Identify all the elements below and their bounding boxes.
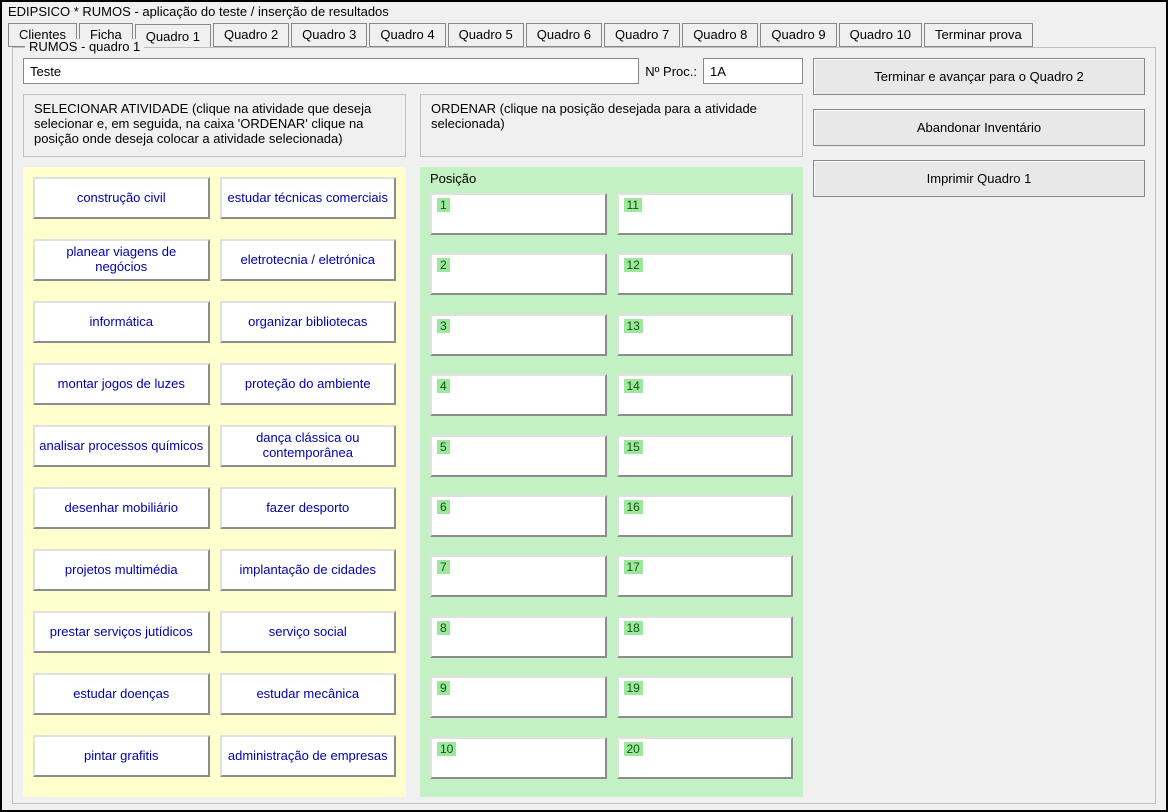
position-number: 4 (437, 379, 450, 393)
position-slot[interactable]: 18 (617, 616, 794, 658)
activity-button[interactable]: desenhar mobiliário (33, 487, 210, 529)
position-slot[interactable]: 7 (430, 555, 607, 597)
activity-button[interactable]: construção civil (33, 177, 210, 219)
tab-terminar-prova[interactable]: Terminar prova (924, 23, 1033, 47)
select-instructions-text: SELECIONAR ATIVIDADE (clique na atividad… (34, 101, 371, 146)
abandon-button[interactable]: Abandonar Inventário (813, 109, 1145, 146)
advance-button[interactable]: Terminar e avançar para o Quadro 2 (813, 58, 1145, 95)
position-number: 7 (437, 560, 450, 574)
position-number: 2 (437, 258, 450, 272)
order-instructions-text: ORDENAR (clique na posição desejada para… (431, 101, 757, 131)
position-slot[interactable]: 1 (430, 193, 607, 235)
tab-quadro-9[interactable]: Quadro 9 (760, 23, 836, 47)
activity-button[interactable]: estudar doenças (33, 673, 210, 715)
activity-button[interactable]: estudar técnicas comerciais (220, 177, 397, 219)
position-slot[interactable]: 20 (617, 737, 794, 779)
position-slot[interactable]: 17 (617, 555, 794, 597)
tab-quadro-3[interactable]: Quadro 3 (291, 23, 367, 47)
position-number: 5 (437, 440, 450, 454)
proc-input[interactable] (703, 58, 803, 84)
position-number: 20 (624, 742, 643, 756)
activity-button[interactable]: organizar bibliotecas (220, 301, 397, 343)
position-slot[interactable]: 15 (617, 435, 794, 477)
tab-quadro-1[interactable]: Quadro 1 (135, 24, 211, 48)
position-slot[interactable]: 2 (430, 253, 607, 295)
tab-quadro-6[interactable]: Quadro 6 (526, 23, 602, 47)
position-number: 10 (437, 742, 456, 756)
activities-panel: construção civilestudar técnicas comerci… (23, 167, 406, 797)
activity-button[interactable]: montar jogos de luzes (33, 363, 210, 405)
position-slot[interactable]: 10 (430, 737, 607, 779)
main-panel: RUMOS - quadro 1 Nº Proc.: SELECIONAR AT… (12, 47, 1156, 804)
position-number: 15 (624, 440, 643, 454)
tab-bar: ClientesFichaQuadro 1Quadro 2Quadro 3Qua… (2, 23, 1166, 47)
print-button[interactable]: Imprimir Quadro 1 (813, 160, 1145, 197)
select-instructions: SELECIONAR ATIVIDADE (clique na atividad… (23, 94, 406, 157)
activity-button[interactable]: pintar grafitis (33, 735, 210, 777)
activity-button[interactable]: prestar serviços jutídicos (33, 611, 210, 653)
activity-button[interactable]: projetos multimédia (33, 549, 210, 591)
position-number: 3 (437, 319, 450, 333)
position-number: 14 (624, 379, 643, 393)
activity-button[interactable]: proteção do ambiente (220, 363, 397, 405)
activity-button[interactable]: estudar mecânica (220, 673, 397, 715)
tab-quadro-5[interactable]: Quadro 5 (448, 23, 524, 47)
position-slot[interactable]: 8 (430, 616, 607, 658)
position-number: 6 (437, 500, 450, 514)
activity-button[interactable]: serviço social (220, 611, 397, 653)
proc-label: Nº Proc.: (645, 64, 697, 79)
activity-button[interactable]: eletrotecnia / eletrónica (220, 239, 397, 281)
position-slot[interactable]: 19 (617, 676, 794, 718)
order-instructions: ORDENAR (clique na posição desejada para… (420, 94, 803, 157)
activity-button[interactable]: administração de empresas (220, 735, 397, 777)
position-number: 16 (624, 500, 643, 514)
tab-quadro-8[interactable]: Quadro 8 (682, 23, 758, 47)
position-slot[interactable]: 9 (430, 676, 607, 718)
app-window: EDIPSICO * RUMOS - aplicação do teste / … (0, 0, 1168, 812)
position-slot[interactable]: 12 (617, 253, 794, 295)
position-number: 13 (624, 319, 643, 333)
window-title: EDIPSICO * RUMOS - aplicação do teste / … (2, 2, 1166, 23)
position-slot[interactable]: 4 (430, 374, 607, 416)
position-slot[interactable]: 16 (617, 495, 794, 537)
position-slot[interactable]: 3 (430, 314, 607, 356)
positions-panel: Posição 1112123134145156167178189191020 (420, 167, 803, 797)
tab-quadro-10[interactable]: Quadro 10 (839, 23, 922, 47)
position-number: 19 (624, 681, 643, 695)
position-number: 9 (437, 681, 450, 695)
activity-button[interactable]: dança clássica ou contemporânea (220, 425, 397, 467)
tab-quadro-4[interactable]: Quadro 4 (369, 23, 445, 47)
activity-button[interactable]: planear viagens de negócios (33, 239, 210, 281)
activity-button[interactable]: informática (33, 301, 210, 343)
tab-quadro-7[interactable]: Quadro 7 (604, 23, 680, 47)
position-number: 17 (624, 560, 643, 574)
position-number: 8 (437, 621, 450, 635)
tab-quadro-2[interactable]: Quadro 2 (213, 23, 289, 47)
teste-input[interactable] (23, 58, 639, 84)
position-number: 18 (624, 621, 643, 635)
position-number: 11 (624, 198, 642, 212)
position-slot[interactable]: 11 (617, 193, 794, 235)
panel-title: RUMOS - quadro 1 (25, 39, 144, 54)
position-number: 12 (624, 258, 643, 272)
position-slot[interactable]: 13 (617, 314, 794, 356)
posicao-label: Posição (430, 171, 476, 186)
activity-button[interactable]: implantação de cidades (220, 549, 397, 591)
activity-button[interactable]: analisar processos químicos (33, 425, 210, 467)
position-slot[interactable]: 6 (430, 495, 607, 537)
position-slot[interactable]: 14 (617, 374, 794, 416)
position-number: 1 (437, 198, 450, 212)
position-slot[interactable]: 5 (430, 435, 607, 477)
activity-button[interactable]: fazer desporto (220, 487, 397, 529)
